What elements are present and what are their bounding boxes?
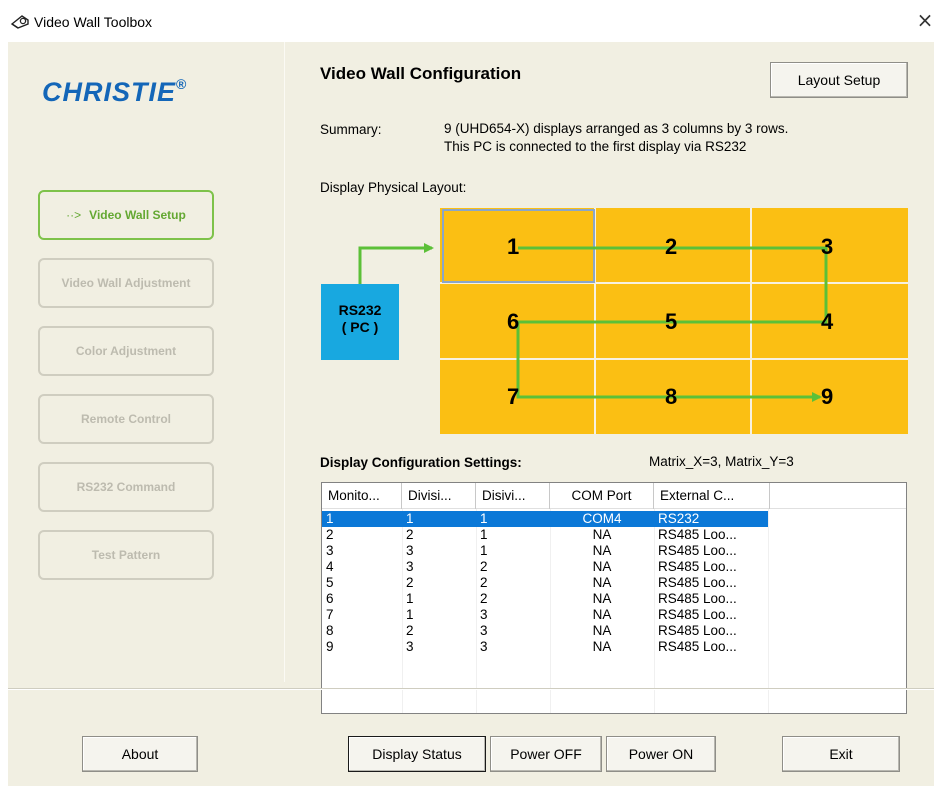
power-on-button[interactable]: Power ON xyxy=(606,736,716,772)
cell-com-port: NA xyxy=(592,591,612,606)
matrix-label: Matrix_X=3, Matrix_Y=3 xyxy=(649,454,794,469)
cell-external-control: RS485 Loo... xyxy=(658,527,737,542)
table-row[interactable]: 1 1 1 COM4 RS232 xyxy=(322,511,906,527)
cell-monitor: 4 xyxy=(326,559,334,574)
cell-division-x: 2 xyxy=(406,527,414,542)
cell-external-control: RS232 xyxy=(658,511,700,526)
cell-external-control: RS485 Loo... xyxy=(658,575,737,590)
footer-divider xyxy=(8,688,934,690)
cell-division-y: 3 xyxy=(480,607,488,622)
rs232-link-arrow xyxy=(358,243,434,284)
table-row[interactable]: 9 3 3 NA RS485 Loo... xyxy=(322,639,906,655)
display-number-1: 1 xyxy=(507,234,520,259)
column-header-division-y[interactable]: Disivi... xyxy=(476,483,550,509)
cell-monitor: 5 xyxy=(326,575,334,590)
display-status-button[interactable]: Display Status xyxy=(348,736,486,772)
column-header-external-control[interactable]: External C... xyxy=(654,483,770,509)
table-row[interactable]: 2 2 1 NA RS485 Loo... xyxy=(322,527,906,543)
cell-com-port: NA xyxy=(592,639,612,654)
table-header: Monito... Divisi... Disivi... COM Port E… xyxy=(322,483,906,509)
cell-com-port: NA xyxy=(592,527,612,542)
display-number-5: 5 xyxy=(665,309,678,334)
display-number-7: 7 xyxy=(507,384,520,409)
cell-external-control: RS485 Loo... xyxy=(658,591,737,606)
cell-division-y: 1 xyxy=(480,527,488,542)
column-header-division-x[interactable]: Divisi... xyxy=(402,483,476,509)
cell-monitor: 1 xyxy=(326,511,334,526)
title-bar: Video Wall Toolbox × xyxy=(0,0,942,42)
cell-external-control: RS485 Loo... xyxy=(658,559,737,574)
pc-label: ( PC ) xyxy=(341,319,379,335)
exit-button[interactable]: Exit xyxy=(782,736,900,772)
power-off-button[interactable]: Power OFF xyxy=(490,736,602,772)
cell-division-y: 2 xyxy=(480,575,488,590)
config-settings-label: Display Configuration Settings: xyxy=(320,455,522,470)
cell-monitor: 7 xyxy=(326,607,334,622)
cell-com-port: NA xyxy=(592,575,612,590)
cell-external-control: RS485 Loo... xyxy=(658,623,737,638)
display-number-8: 8 xyxy=(665,384,678,409)
window-title: Video Wall Toolbox xyxy=(34,14,153,30)
cell-monitor: 2 xyxy=(326,527,334,542)
display-number-9: 9 xyxy=(821,384,834,409)
cell-division-x: 2 xyxy=(406,575,414,590)
cell-external-control: RS485 Loo... xyxy=(658,543,737,558)
display-number-6: 6 xyxy=(507,309,520,334)
display-number-3: 3 xyxy=(821,234,834,259)
cell-division-x: 2 xyxy=(406,623,414,638)
display-number-2: 2 xyxy=(665,234,678,259)
cell-division-y: 2 xyxy=(480,559,488,574)
rs232-label: RS232 xyxy=(338,302,382,318)
cell-division-y: 3 xyxy=(480,623,488,638)
cell-division-y: 1 xyxy=(480,543,488,558)
cell-division-x: 1 xyxy=(406,591,414,606)
close-icon[interactable]: × xyxy=(914,9,936,31)
table-row[interactable]: 8 2 3 NA RS485 Loo... xyxy=(322,623,906,639)
table-row[interactable]: 7 1 3 NA RS485 Loo... xyxy=(322,607,906,623)
table-row[interactable]: 4 3 2 NA RS485 Loo... xyxy=(322,559,906,575)
column-header-monitor[interactable]: Monito... xyxy=(322,483,402,509)
cell-external-control: RS485 Loo... xyxy=(658,607,737,622)
rs232-pc-box: RS232 ( PC ) xyxy=(321,284,399,360)
about-button[interactable]: About xyxy=(82,736,198,772)
cell-division-x: 3 xyxy=(406,543,414,558)
cell-com-port: NA xyxy=(592,559,612,574)
cell-division-x: 3 xyxy=(406,639,414,654)
table-row[interactable]: 5 2 2 NA RS485 Loo... xyxy=(322,575,906,591)
cell-monitor: 6 xyxy=(326,591,334,606)
cell-monitor: 8 xyxy=(326,623,334,638)
cell-com-port: COM4 xyxy=(582,511,622,526)
projector-icon xyxy=(10,15,29,29)
display-number-4: 4 xyxy=(821,309,834,334)
cell-com-port: NA xyxy=(592,623,612,638)
cell-division-x: 3 xyxy=(406,559,414,574)
cell-monitor: 9 xyxy=(326,639,334,654)
cell-division-x: 1 xyxy=(406,511,414,526)
cell-monitor: 3 xyxy=(326,543,334,558)
table-row[interactable]: 6 1 2 NA RS485 Loo... xyxy=(322,591,906,607)
table-row[interactable]: 3 3 1 NA RS485 Loo... xyxy=(322,543,906,559)
app-client-area: CHRISTIE® ··> Video Wall Setup Video Wal… xyxy=(8,42,934,786)
cell-com-port: NA xyxy=(592,607,612,622)
display-config-table[interactable]: Monito... Divisi... Disivi... COM Port E… xyxy=(321,482,907,714)
cell-division-x: 1 xyxy=(406,607,414,622)
cell-division-y: 2 xyxy=(480,591,488,606)
column-header-com-port[interactable]: COM Port xyxy=(550,483,654,509)
cell-external-control: RS485 Loo... xyxy=(658,639,737,654)
cell-com-port: NA xyxy=(592,543,612,558)
cell-division-y: 3 xyxy=(480,639,488,654)
cell-division-y: 1 xyxy=(480,511,488,526)
